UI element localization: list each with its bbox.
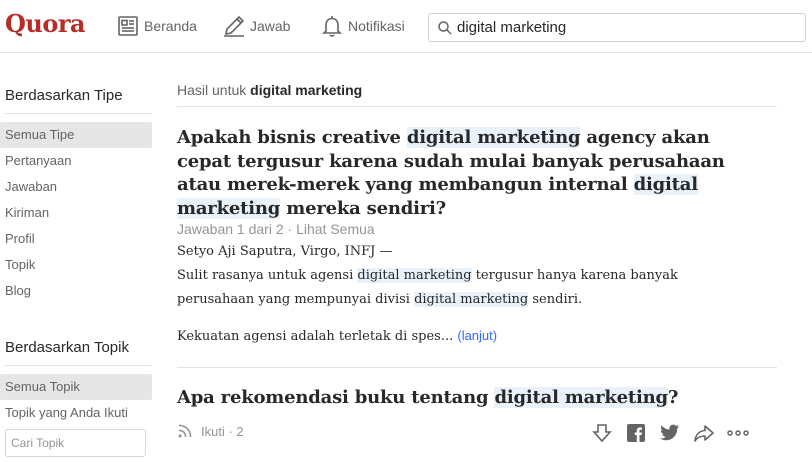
answer-snippet-continued: Kekuatan agensi adalah terletak di spes.… — [177, 328, 497, 344]
title-text: Apakah bisnis creative — [177, 127, 407, 148]
question-title[interactable]: Apakah bisnis creative digital marketing… — [177, 126, 747, 220]
search-box[interactable] — [428, 13, 806, 42]
nav-notifikasi-label: Notifikasi — [348, 18, 405, 34]
answer-text: sendiri. — [528, 292, 583, 307]
search-input[interactable] — [457, 19, 777, 36]
filter-type-all[interactable]: Semua Tipe — [0, 122, 152, 148]
answer-text: Kekuatan agensi adalah terletak di spes.… — [177, 329, 454, 344]
quora-logo[interactable]: Quora — [5, 9, 86, 38]
results-prefix: Hasil untuk — [177, 82, 247, 98]
highlight: digital marketing — [357, 268, 472, 283]
answer-snippet: Sulit rasanya untuk agensi digital marke… — [177, 264, 737, 312]
title-text: Apa rekomendasi buku tentang — [177, 387, 495, 408]
highlight: digital marketing — [406, 127, 581, 148]
share-icon[interactable] — [693, 422, 715, 444]
read-more-link[interactable]: (lanjut) — [457, 328, 497, 343]
nav-beranda-label: Beranda — [144, 18, 197, 34]
pencil-icon — [222, 14, 246, 38]
home-feed-icon — [116, 14, 140, 38]
title-text: mereka sendiri? — [280, 197, 447, 219]
nav-notifikasi[interactable]: Notifikasi — [320, 13, 405, 39]
answer-meta[interactable]: Jawaban 1 dari 2 · Lihat Semua — [177, 221, 375, 237]
nav-jawab-label: Jawab — [250, 18, 291, 34]
divider — [177, 367, 777, 368]
top-header: Quora Beranda Jawab Notifikasi digital m… — [0, 0, 812, 53]
divider — [5, 365, 152, 366]
filter-type-posts[interactable]: Kiriman — [0, 200, 152, 226]
bell-icon — [320, 14, 344, 38]
nav-beranda[interactable]: Beranda — [116, 13, 197, 39]
follow-button[interactable]: Ikuti · 2 — [177, 423, 244, 439]
result-actions — [591, 422, 761, 444]
downvote-icon[interactable] — [591, 422, 613, 444]
highlight: digital marketing — [494, 387, 668, 408]
search-icon — [437, 20, 453, 36]
divider — [177, 106, 777, 107]
facebook-icon[interactable] — [625, 422, 647, 444]
filter-type-blogs[interactable]: Blog — [0, 278, 152, 304]
filter-topic-followed[interactable]: Topik yang Anda Ikuti — [0, 400, 152, 426]
topic-filter-heading: Berdasarkan Topik — [5, 339, 129, 356]
follow-count: · 2 — [228, 423, 244, 439]
type-filter-heading: Berdasarkan Tipe — [5, 87, 123, 104]
highlight: digital marketing — [414, 292, 529, 307]
results-heading: Hasil untuk digital marketing — [177, 82, 362, 98]
filter-type-answers[interactable]: Jawaban — [0, 174, 152, 200]
nav-jawab[interactable]: Jawab — [222, 13, 290, 39]
topic-search-input[interactable] — [5, 429, 146, 457]
follow-label: Ikuti — [201, 423, 225, 439]
results-query: digital marketing — [250, 82, 363, 98]
rss-follow-icon — [178, 424, 192, 438]
answer-author[interactable]: Setyo Aji Saputra, Virgo, INFJ — — [177, 244, 392, 259]
twitter-icon[interactable] — [659, 422, 681, 444]
answer-text: Sulit rasanya untuk agensi — [177, 268, 358, 283]
divider — [5, 113, 152, 114]
filter-type-profiles[interactable]: Profil — [0, 226, 152, 252]
more-options-icon[interactable] — [727, 422, 749, 444]
filter-type-topics[interactable]: Topik — [0, 252, 152, 278]
question-title[interactable]: Apa rekomendasi buku tentang digital mar… — [177, 386, 747, 410]
title-text: ? — [667, 387, 679, 408]
filter-topic-all[interactable]: Semua Topik — [0, 374, 152, 400]
filter-type-questions[interactable]: Pertanyaan — [0, 148, 152, 174]
